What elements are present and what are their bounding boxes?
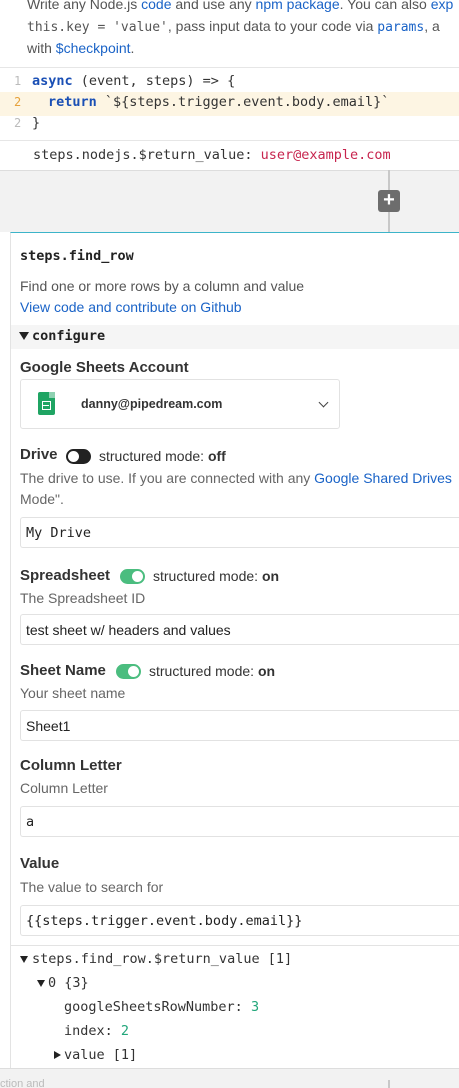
output-index: index: 2 <box>64 1023 129 1039</box>
column-letter-description: Column Letter <box>20 780 108 796</box>
faint-text: ction and <box>0 1078 45 1088</box>
value-input[interactable]: {{steps.trigger.event.body.email}} <box>20 905 459 936</box>
output-key: index: <box>64 1023 121 1039</box>
mode-value: on <box>257 663 276 679</box>
export-docs-link[interactable]: exp <box>431 0 454 12</box>
shared-drives-link[interactable]: Google Shared Drives <box>314 470 452 486</box>
sheet-name-value: Sheet1 <box>26 718 71 734</box>
mode-value: off <box>207 448 226 464</box>
line-number: 2 <box>14 116 22 130</box>
drive-description: The drive to use. If you are connected w… <box>20 470 452 486</box>
step-output-tree: steps.find_row.$return_value [1] 0 {3} g… <box>11 945 459 1069</box>
value-description: The value to search for <box>20 879 164 895</box>
account-select[interactable]: danny@pipedream.com <box>20 379 340 429</box>
description-text: with <box>27 40 56 56</box>
return-value: user@example.com <box>260 147 391 163</box>
caret-down-icon[interactable] <box>20 956 28 963</box>
description-line-2: this.key = 'value', pass input data to y… <box>27 18 440 35</box>
google-sheets-icon <box>38 392 55 415</box>
spreadsheet-value: test sheet w/ headers and values <box>26 622 231 638</box>
output-row-number: googleSheetsRowNumber: 3 <box>64 999 259 1015</box>
column-letter-label: Column Letter <box>20 757 122 774</box>
inline-code: this.key = 'value' <box>27 20 168 35</box>
caret-right-icon[interactable] <box>54 1051 61 1059</box>
drive-structured-mode-toggle[interactable] <box>66 449 91 464</box>
spreadsheet-label: Spreadsheet <box>20 567 111 584</box>
description-text: , a <box>424 18 440 34</box>
spreadsheet-mode-text: structured mode: on <box>153 568 279 584</box>
description-line-3: with $checkpoint. <box>27 40 134 56</box>
value-field-value: {{steps.trigger.event.body.email}} <box>26 913 303 929</box>
description-line-1: Write any Node.js code and use any npm p… <box>27 0 453 12</box>
mode-value: on <box>261 568 280 584</box>
code-editor[interactable]: 1 async (event, steps) => { 2 return `${… <box>0 67 459 141</box>
column-letter-input[interactable]: a <box>20 806 459 837</box>
connector-line <box>388 1080 390 1088</box>
caret-down-icon <box>19 332 29 340</box>
column-letter-value: a <box>26 814 35 830</box>
step-title[interactable]: steps.find_row <box>20 248 134 264</box>
previous-step-return-value: steps.nodejs.$return_value: user@example… <box>0 141 459 170</box>
code-line-3[interactable]: 2 } <box>0 113 459 137</box>
code-docs-link[interactable]: code <box>141 0 171 12</box>
code-text: } <box>32 115 41 131</box>
account-label: Google Sheets Account <box>20 359 189 376</box>
drive-mode-text: structured mode: off <box>99 448 226 464</box>
code-step-description: Write any Node.js code and use any npm p… <box>0 0 459 68</box>
drive-label: Drive <box>20 446 58 463</box>
code-keyword: async <box>32 73 73 89</box>
sheet-name-structured-mode-toggle[interactable] <box>116 664 141 679</box>
step-description: Find one or more rows by a column and va… <box>20 278 305 294</box>
plus-icon: + <box>383 189 395 211</box>
output-value-node[interactable]: value [1] <box>64 1047 137 1063</box>
spreadsheet-input[interactable]: test sheet w/ headers and values <box>20 614 459 645</box>
mode-prefix: structured mode: <box>153 568 262 584</box>
line-number: 2 <box>14 95 22 109</box>
drive-input[interactable]: My Drive <box>20 517 459 548</box>
caret-down-icon[interactable] <box>37 980 45 987</box>
add-step-button[interactable]: + <box>378 190 400 212</box>
description-text: . <box>130 40 135 56</box>
description-text: . You can also <box>339 0 431 12</box>
configure-section-toggle[interactable]: configure <box>11 325 459 349</box>
output-key: googleSheetsRowNumber: <box>64 999 251 1015</box>
code-keyword: return <box>48 94 97 110</box>
drive-description-line-2: Mode". <box>20 491 64 507</box>
connector-line <box>388 212 390 232</box>
line-number: 1 <box>14 74 22 88</box>
params-docs-link[interactable]: params <box>377 20 424 35</box>
connector-line <box>388 170 390 190</box>
return-value-label: steps.nodejs.$return_value: <box>33 147 261 163</box>
value-label: Value <box>20 855 60 872</box>
mode-prefix: structured mode: <box>149 663 258 679</box>
sheet-name-description: Your sheet name <box>20 685 126 701</box>
output-item-node[interactable]: 0 {3} <box>48 975 89 991</box>
output-root-node[interactable]: steps.find_row.$return_value [1] <box>32 951 292 967</box>
sheet-name-label: Sheet Name <box>20 662 106 679</box>
find-row-step: steps.find_row Find one or more rows by … <box>10 232 459 1068</box>
output-number-value: 3 <box>250 999 260 1015</box>
drive-value: My Drive <box>26 525 92 541</box>
chevron-down-icon <box>318 397 329 408</box>
spreadsheet-description: The Spreadsheet ID <box>20 590 146 606</box>
description-text: , pass input data to your code via <box>167 18 378 34</box>
description-text: and use any <box>171 0 256 12</box>
account-email: danny@pipedream.com <box>81 397 223 411</box>
github-link[interactable]: View code and contribute on Github <box>20 299 242 315</box>
checkpoint-docs-link[interactable]: $checkpoint <box>56 40 131 56</box>
description-text: The drive to use. If you are connected w… <box>20 470 315 486</box>
spreadsheet-structured-mode-toggle[interactable] <box>120 569 145 584</box>
npm-package-link[interactable]: npm package <box>256 0 340 12</box>
mode-prefix: structured mode: <box>99 448 208 464</box>
code-text: `${steps.trigger.event.body.email}` <box>96 94 390 110</box>
output-number-value: 2 <box>120 1023 130 1039</box>
sheet-name-mode-text: structured mode: on <box>149 663 275 679</box>
code-text: (event, steps) => { <box>72 73 236 89</box>
sheet-name-input[interactable]: Sheet1 <box>20 710 459 741</box>
step-separator: ction and <box>0 1068 459 1088</box>
description-text: Write any Node.js <box>27 0 142 12</box>
configure-label: configure <box>32 328 106 344</box>
